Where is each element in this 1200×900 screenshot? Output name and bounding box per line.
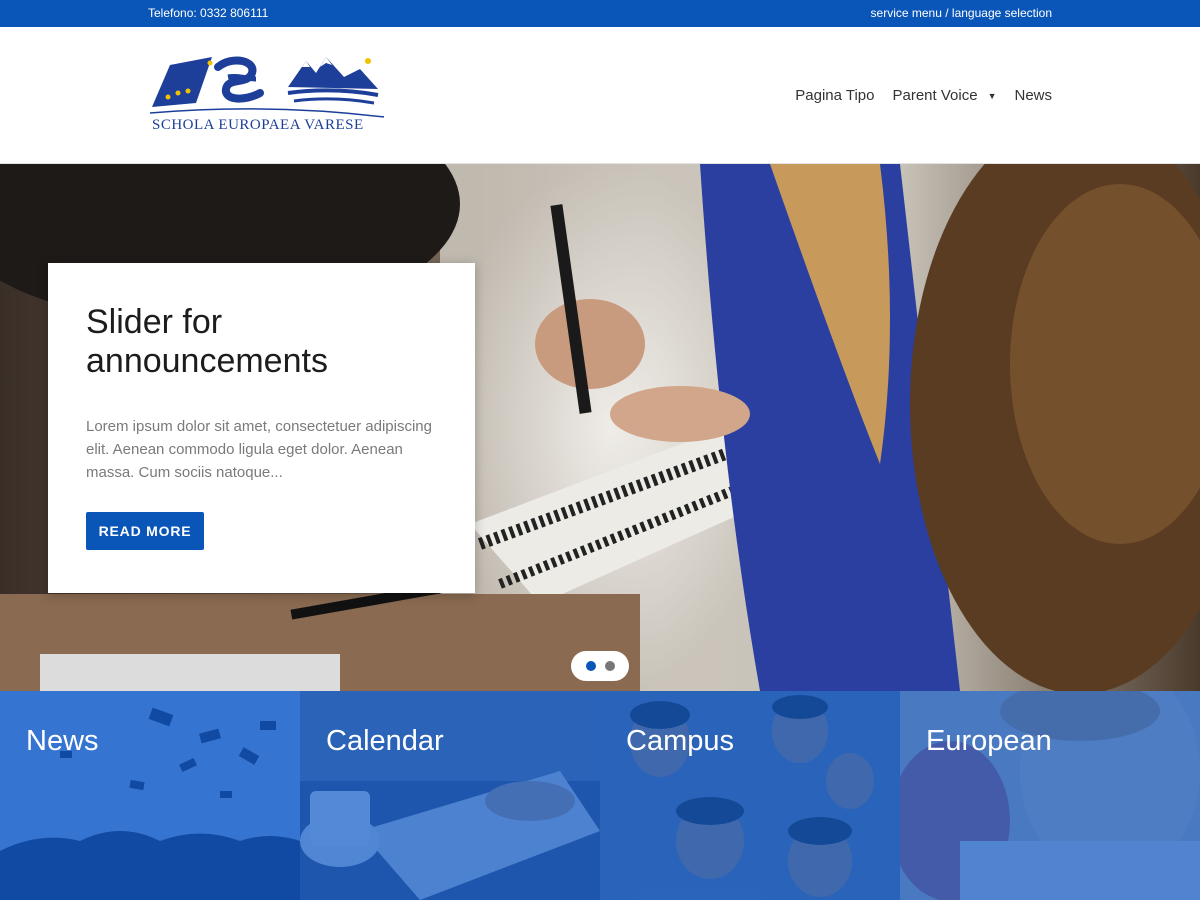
tile-campus[interactable]: Campus <box>600 691 900 900</box>
slide-excerpt: Lorem ipsum dolor sit amet, consectetuer… <box>86 418 432 481</box>
tile-overlay <box>0 691 300 900</box>
tile-european[interactable]: European <box>900 691 1200 900</box>
main-nav: Pagina Tipo Parent Voice ▼ News <box>795 87 1052 104</box>
nav-label: Parent Voice <box>892 87 978 104</box>
hero-slider: Slider for announcements Lorem ipsum dol… <box>0 164 1200 691</box>
nav-item-parent-voice[interactable]: Parent Voice ▼ <box>893 87 997 104</box>
logo-text: SCHOLA EUROPAEA VARESE <box>152 117 364 133</box>
nav-item-pagina-tipo[interactable]: Pagina Tipo <box>795 87 874 104</box>
slide-dot-1[interactable] <box>585 661 596 671</box>
slide-dot-2[interactable] <box>604 661 615 671</box>
site-header: SCHOLA EUROPAEA VARESE Pagina Tipo Paren… <box>0 27 1200 164</box>
tile-label: News <box>26 725 99 757</box>
tile-overlay <box>300 691 600 900</box>
nav-label: Pagina Tipo <box>795 87 875 104</box>
feature-tiles: News Calendar Campus European <box>0 691 1200 900</box>
phone-number: Telefono: 0332 806111 <box>148 6 269 20</box>
nav-label: News <box>1014 87 1052 104</box>
read-more-button[interactable]: READ MORE <box>86 512 204 550</box>
tile-overlay <box>900 691 1200 900</box>
service-menu-link[interactable]: service menu / language selection <box>871 6 1052 20</box>
tile-calendar[interactable]: Calendar <box>300 691 600 900</box>
slide-title: Slider for announcements <box>86 303 328 380</box>
tile-label: Calendar <box>326 725 444 757</box>
caret-down-icon: ▼ <box>987 90 997 101</box>
tile-overlay <box>600 691 900 900</box>
tile-news[interactable]: News <box>0 691 300 900</box>
slider-pagination <box>571 651 629 681</box>
nav-item-news[interactable]: News <box>1014 87 1052 104</box>
tile-label: Campus <box>626 725 734 757</box>
top-bar: Telefono: 0332 806111 service menu / lan… <box>0 0 1200 27</box>
announcement-card: Slider for announcements Lorem ipsum dol… <box>48 263 475 593</box>
tile-label: European <box>926 725 1052 757</box>
school-logo-icon: SCHOLA EUROPAEA VARESE <box>149 56 385 133</box>
site-logo[interactable]: SCHOLA EUROPAEA VARESE <box>148 51 388 137</box>
